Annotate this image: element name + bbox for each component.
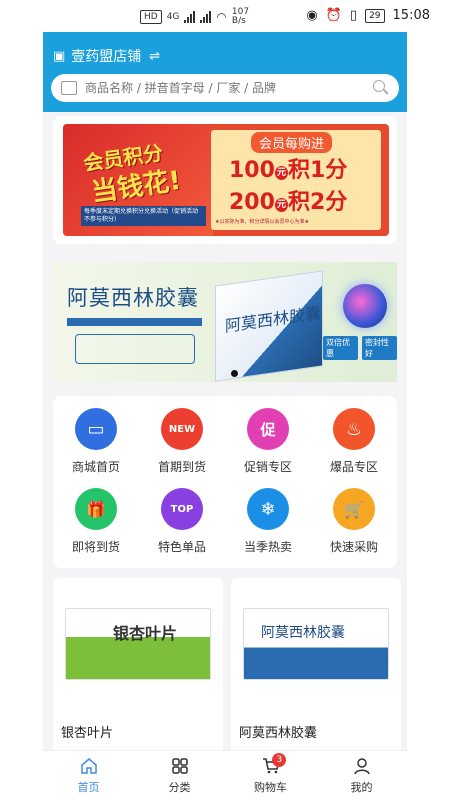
clock: 15:08 bbox=[392, 8, 430, 23]
product-image[interactable] bbox=[243, 608, 389, 680]
drug-badge-2: 密封性好 bbox=[362, 336, 397, 360]
ticket-unit-2: 元 bbox=[274, 197, 288, 212]
cart-badge: 3 bbox=[272, 753, 287, 767]
grid-item-seasonal[interactable]: ❄ 当季热卖 bbox=[225, 488, 311, 568]
grid-item-featured[interactable]: TOP 特色单品 bbox=[139, 488, 225, 568]
grid-label: 快速采购 bbox=[329, 540, 378, 554]
member-points-banner[interactable]: 会员积分 当钱花! 每季度末定期兑换积分兑换活动（促销活动不参与积分） 会员每购… bbox=[63, 124, 389, 236]
new-icon: NEW bbox=[161, 408, 203, 450]
user-icon bbox=[352, 756, 372, 776]
drug-banner-carousel[interactable]: 阿莫西林胶囊 阿莫西林胶囊 双倍优惠 密封性好 bbox=[53, 262, 397, 382]
ticket-row-2: 200 元积2分 bbox=[229, 184, 347, 216]
home-icon bbox=[79, 756, 99, 776]
wifi-icon: ◠ bbox=[216, 10, 227, 24]
nav-item-category[interactable]: 分类 bbox=[134, 751, 225, 800]
grid-label: 促销专区 bbox=[243, 460, 292, 474]
store-name: 壹药盟店铺 bbox=[71, 49, 142, 65]
drug-banner-indications bbox=[75, 334, 195, 364]
carousel-indicator-dot[interactable] bbox=[231, 370, 238, 377]
member-banner-card[interactable]: 会员积分 当钱花! 每季度末定期兑换积分兑换活动（促销活动不参与积分） 会员每购… bbox=[53, 116, 397, 244]
alarm-icon: ⏰ bbox=[325, 8, 342, 23]
product-card[interactable]: 阿莫西林胶囊 阿莫西林胶囊 bbox=[231, 578, 401, 764]
gift-icon: 🎁 bbox=[75, 488, 117, 530]
scan-icon[interactable] bbox=[61, 81, 77, 95]
ticket-row-1: 100 元积1分 bbox=[229, 152, 347, 184]
header: ▣ 壹药盟店铺 ⇌ bbox=[43, 32, 407, 112]
product-image-text: 银杏叶片 bbox=[113, 624, 178, 643]
grid-label: 首期到货 bbox=[157, 460, 206, 474]
nav-label-home: 首页 bbox=[77, 781, 100, 794]
bottom-nav: 首页 分类 3 购物车 我的 bbox=[43, 750, 407, 800]
network-indicators: HD 4G ◠ 107 B/s bbox=[140, 8, 249, 26]
eye-icon: ◉ bbox=[306, 8, 318, 23]
monitor-icon: ▭ bbox=[75, 408, 117, 450]
system-indicators: ◉ ⏰ ▯ 29 15:08 bbox=[306, 8, 430, 23]
search-input[interactable] bbox=[85, 81, 373, 95]
grid-item-quick-purchase[interactable]: 🛒 快速采购 bbox=[311, 488, 397, 568]
grid-item-shop-home[interactable]: ▭ 商城首页 bbox=[53, 408, 139, 488]
store-icon: ▣ bbox=[53, 48, 66, 64]
speed-unit: B/s bbox=[231, 16, 246, 26]
virus-image bbox=[343, 284, 387, 328]
ticket-amount-2: 200 bbox=[229, 190, 275, 215]
grid-icon bbox=[170, 756, 190, 776]
grid-label: 特色单品 bbox=[157, 540, 206, 554]
status-bar: HD 4G ◠ 107 B/s ◉ ⏰ ▯ 29 15:08 bbox=[0, 0, 450, 32]
signal-icon-2 bbox=[200, 11, 212, 23]
flame-icon: ♨ bbox=[333, 408, 375, 450]
top-crown-icon: TOP bbox=[161, 488, 203, 530]
grid-item-promotion[interactable]: 促 促销专区 bbox=[225, 408, 311, 488]
product-image-text: 阿莫西林胶囊 bbox=[261, 625, 345, 641]
drug-banner-subtitle-bar bbox=[67, 318, 202, 326]
nav-item-profile[interactable]: 我的 bbox=[316, 751, 407, 800]
search-bar[interactable] bbox=[51, 74, 399, 102]
app-screen: ▣ 壹药盟店铺 ⇌ 会员积分 当钱花! 每季度末定期兑换积分兑换活动（促销活动不… bbox=[43, 32, 407, 800]
product-name: 银杏叶片 bbox=[61, 726, 114, 741]
nav-label-category: 分类 bbox=[168, 781, 191, 794]
ticket-amount-1: 100 bbox=[229, 158, 275, 183]
banner-small-note: 每季度末定期兑换积分兑换活动（促销活动不参与积分） bbox=[81, 206, 206, 226]
grid-item-coming-soon[interactable]: 🎁 即将到货 bbox=[53, 488, 139, 568]
drug-badges: 双倍优惠 密封性好 bbox=[323, 336, 397, 360]
points-ticket: 会员每购进 100 元积1分 200 元积2分 ★以实际为准，积分详情以会员中心为准… bbox=[211, 130, 381, 230]
ticket-title: 会员每购进 bbox=[251, 132, 333, 153]
grid-label: 商城首页 bbox=[71, 460, 120, 474]
vibrate-icon: ▯ bbox=[349, 8, 358, 23]
nav-label-cart: 购物车 bbox=[254, 781, 287, 794]
network-speed: 107 B/s bbox=[232, 8, 249, 26]
store-switcher[interactable]: ▣ 壹药盟店铺 ⇌ bbox=[53, 46, 160, 66]
grid-item-first-arrival[interactable]: NEW 首期到货 bbox=[139, 408, 225, 488]
product-card[interactable]: 银杏叶片 银杏叶片 bbox=[53, 578, 223, 764]
battery-icon: 29 bbox=[365, 8, 385, 23]
switch-store-icon[interactable]: ⇌ bbox=[149, 49, 160, 64]
promo-tag-icon: 促 bbox=[247, 408, 289, 450]
search-icon[interactable] bbox=[373, 80, 389, 96]
grid-label: 即将到货 bbox=[71, 540, 120, 554]
grid-label: 当季热卖 bbox=[243, 540, 292, 554]
snowflake-sun-icon: ❄ bbox=[247, 488, 289, 530]
nav-item-cart[interactable]: 3 购物车 bbox=[225, 751, 316, 800]
grid-item-hot-products[interactable]: ♨ 爆品专区 bbox=[311, 408, 397, 488]
product-image[interactable] bbox=[65, 608, 211, 680]
ticket-text-2: 积2分 bbox=[287, 190, 348, 215]
network-generation: 4G bbox=[166, 12, 180, 22]
nav-label-profile: 我的 bbox=[350, 781, 373, 794]
product-name: 阿莫西林胶囊 bbox=[239, 726, 318, 741]
drug-banner-title: 阿莫西林胶囊 bbox=[67, 286, 199, 310]
ticket-foot-note: ★以实际为准，积分详情以会员中心为准★ bbox=[215, 219, 309, 225]
grid-label: 爆品专区 bbox=[329, 460, 378, 474]
signal-icon bbox=[184, 11, 196, 23]
cart-icon: 🛒 bbox=[333, 488, 375, 530]
drug-badge-1: 双倍优惠 bbox=[323, 336, 358, 360]
category-grid: ▭ 商城首页 NEW 首期到货 促 促销专区 ♨ 爆品专区 🎁 即将到货 TOP… bbox=[53, 396, 397, 568]
nav-item-home[interactable]: 首页 bbox=[43, 751, 134, 800]
ticket-unit-1: 元 bbox=[274, 165, 288, 180]
ticket-text-1: 积1分 bbox=[287, 158, 348, 183]
hd-indicator: HD bbox=[140, 10, 162, 24]
